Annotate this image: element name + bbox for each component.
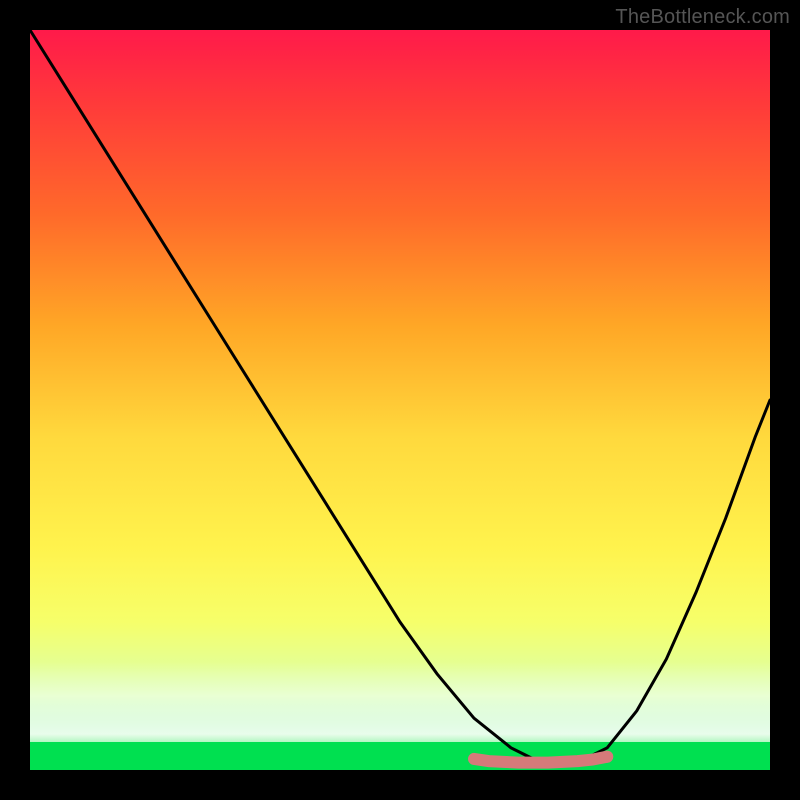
chart-frame: TheBottleneck.com: [0, 0, 800, 800]
watermark-text: TheBottleneck.com: [615, 6, 790, 29]
highlight-end-dot: [601, 751, 613, 763]
curve-layer: [30, 30, 770, 770]
highlight-band: [474, 757, 607, 763]
bottleneck-curve: [30, 30, 770, 763]
plot-area: [30, 30, 770, 770]
